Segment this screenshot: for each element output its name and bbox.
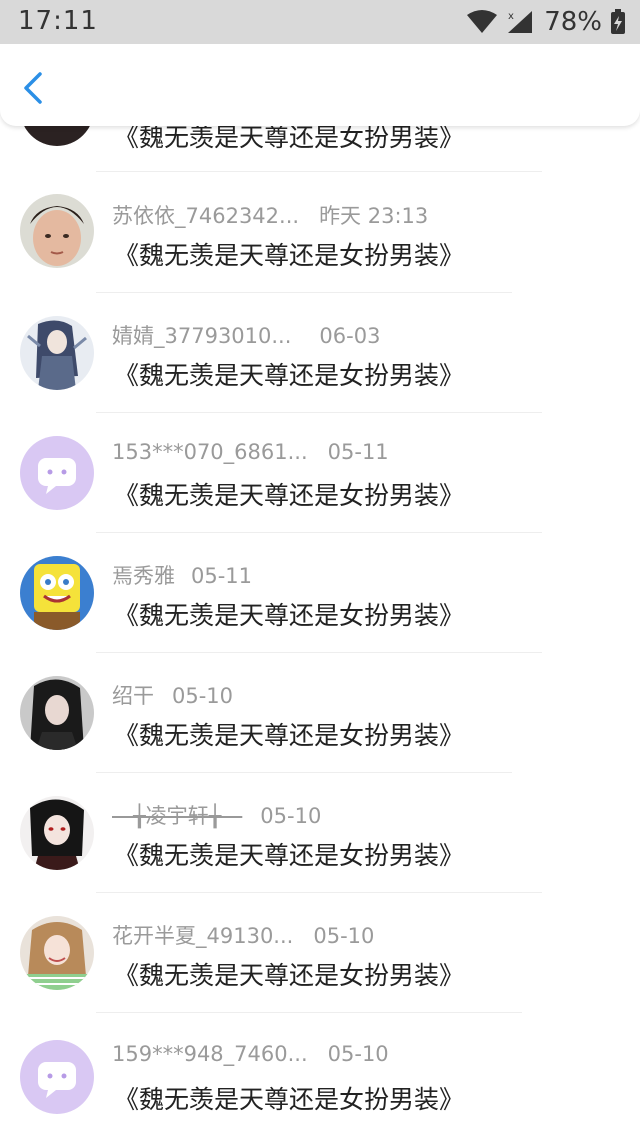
chat-bubble-icon [38,458,76,494]
chat-bubble-icon [38,1062,76,1098]
comment-text: 《魏无羡是天尊还是女扮男装》 [114,841,465,870]
comment-date: 05-10 [327,1042,389,1066]
comment-text: 《魏无羡是天尊还是女扮男装》 [114,721,465,750]
avatar[interactable] [20,796,94,870]
list-item[interactable]: 苏依依_7462342... 昨天 23:13 《魏无羡是天尊还是女扮男装》 [0,172,640,293]
username[interactable]: 花开半夏_49130... [112,924,293,948]
comment-meta: 苏依依_7462342... 昨天 23:13 [112,200,428,230]
comment-meta: 婧婧_37793010... 06-03 [112,320,380,350]
status-time: 17:11 [18,6,98,36]
avatar[interactable] [20,316,94,390]
chevron-left-icon [24,72,42,104]
comment-meta: 153***070_6861... 05-11 [112,440,389,464]
comment-text: 《魏无羡是天尊还是女扮男装》 [114,481,465,510]
comment-date: 05-11 [191,564,253,588]
comment-meta: 159***948_7460... 05-10 [112,1042,389,1066]
avatar[interactable] [20,556,94,630]
avatar[interactable] [20,1040,94,1114]
back-button[interactable] [14,68,54,108]
list-item[interactable]: 花开半夏_49130... 05-10 《魏无羡是天尊还是女扮男装》 [0,892,640,1013]
avatar[interactable] [20,916,94,990]
avatar[interactable] [20,194,94,268]
comment-text: 《魏无羡是天尊还是女扮男装》 [114,361,465,390]
list-item[interactable]: 159***948_7460... 05-10 《魏无羡是天尊还是女扮男装》 [0,1012,640,1132]
comment-date: 05-10 [313,924,375,948]
status-icons: x 78% [466,6,626,38]
username[interactable]: 苏依依_7462342... [112,204,299,228]
avatar[interactable] [20,676,94,750]
navigation-bar [0,44,640,126]
comment-date: 06-03 [319,324,381,348]
comment-meta: —╁凌宇轩╁— 05-10 [112,800,321,830]
battery-percent: 78% [544,7,602,37]
comment-date: 05-11 [327,440,389,464]
svg-text:x: x [508,11,514,22]
list-item[interactable]: 153***070_6861... 05-11 《魏无羡是天尊还是女扮男装》 [0,412,640,533]
list-item[interactable]: 焉秀雅 05-11 《魏无羡是天尊还是女扮男装》 [0,532,640,653]
username[interactable]: 159***948_7460... [112,1042,308,1066]
username[interactable]: —╁凌宇轩╁— [112,804,242,828]
comment-meta: 焉秀雅 05-11 [112,560,252,590]
username[interactable]: 焉秀雅 [112,564,175,588]
comment-text: 《魏无羡是天尊还是女扮男装》 [114,1085,465,1114]
comment-date: 05-10 [172,684,234,708]
signal-icon: x [508,11,533,33]
comment-text: 《魏无羡是天尊还是女扮男装》 [114,601,465,630]
comment-date: 昨天 23:13 [319,204,429,228]
comment-date: 05-10 [260,804,322,828]
list-item[interactable]: —╁凌宇轩╁— 05-10 《魏无羡是天尊还是女扮男装》 [0,772,640,893]
list-item[interactable]: 婧婧_37793010... 06-03 《魏无羡是天尊还是女扮男装》 [0,292,640,413]
username[interactable]: 153***070_6861... [112,440,308,464]
comment-meta: 花开半夏_49130... 05-10 [112,920,374,950]
battery-charging-icon [611,9,625,34]
comment-meta: 绍干 05-10 [112,680,233,710]
comment-text: 《魏无羡是天尊还是女扮男装》 [114,241,465,270]
status-bar: 17:11 x 78% [0,0,640,44]
username[interactable]: 绍干 [112,684,154,708]
wifi-icon [467,10,498,33]
comment-text: 《魏无羡是天尊还是女扮男装》 [114,961,465,990]
avatar[interactable] [20,436,94,510]
list-item[interactable]: 绍干 05-10 《魏无羡是天尊还是女扮男装》 [0,652,640,773]
username[interactable]: 婧婧_37793010... [112,324,291,348]
